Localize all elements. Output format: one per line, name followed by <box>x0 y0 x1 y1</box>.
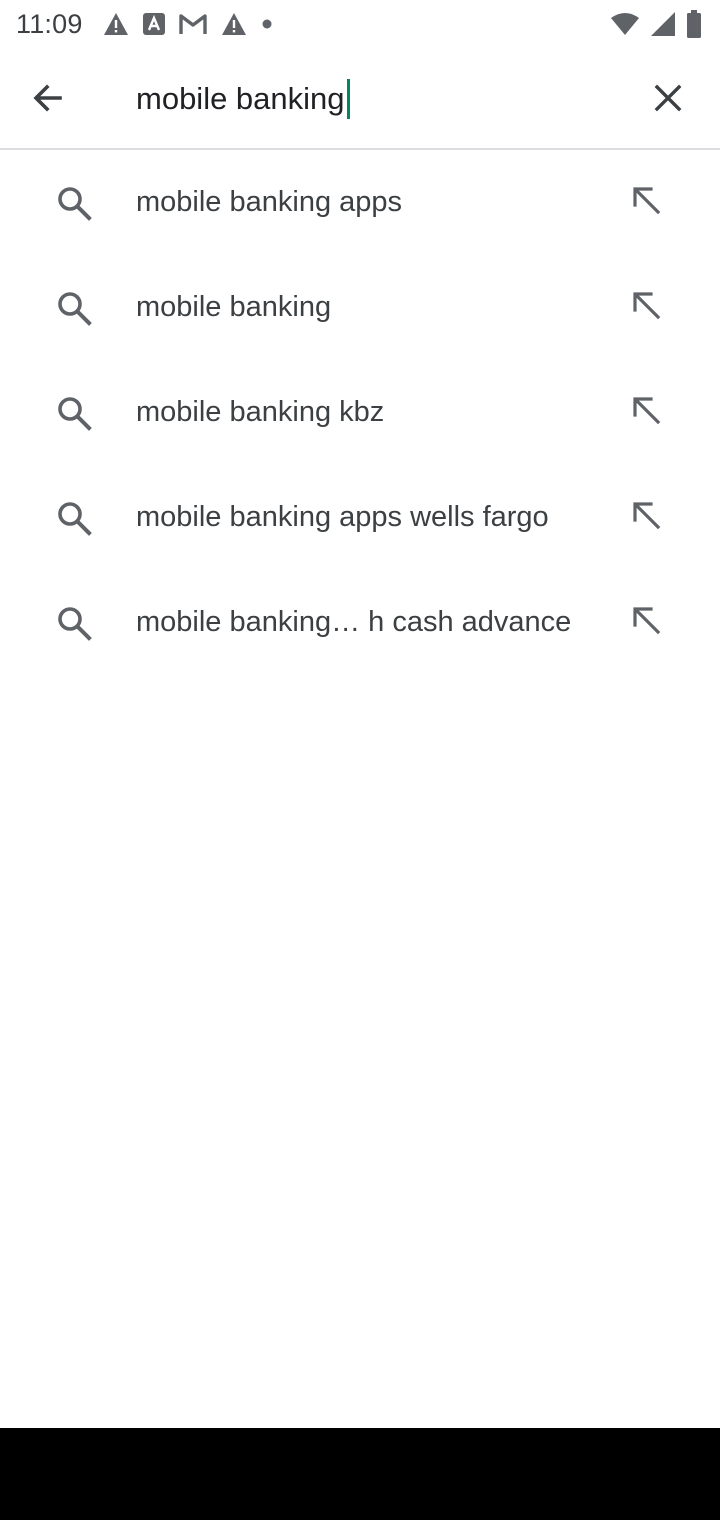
fill-query-button[interactable] <box>622 179 670 227</box>
suggestion-item[interactable]: mobile banking <box>0 255 720 360</box>
play-store-search-screen: 11:09 mobile banking mobile banking apps… <box>0 0 720 1520</box>
search-icon <box>56 290 92 326</box>
search-suggestions-list: mobile banking apps mobile banking mobil… <box>0 150 720 675</box>
close-icon <box>654 84 682 117</box>
search-icon <box>56 185 92 221</box>
notification-icons <box>103 12 273 36</box>
search-bar: mobile banking <box>0 48 720 150</box>
suggestion-label: mobile banking apps wells fargo <box>136 501 549 533</box>
gmail-icon <box>178 13 207 35</box>
search-icon <box>56 395 92 431</box>
wifi-icon <box>610 12 640 36</box>
arrow-up-left-icon <box>631 185 661 220</box>
suggestion-item[interactable]: mobile banking apps wells fargo <box>0 465 720 570</box>
fill-query-button[interactable] <box>622 389 670 437</box>
arrow-up-left-icon <box>631 395 661 430</box>
search-icon <box>56 605 92 641</box>
alert-icon <box>221 12 247 36</box>
back-button[interactable] <box>20 72 76 128</box>
alert-icon <box>103 12 129 36</box>
suggestion-item[interactable]: mobile banking… h cash advance <box>0 570 720 675</box>
system-icons <box>610 10 702 38</box>
fill-query-button[interactable] <box>622 599 670 647</box>
battery-icon <box>686 10 702 38</box>
suggestion-label: mobile banking apps <box>136 186 403 218</box>
suggestion-label: mobile banking kbz <box>136 396 385 428</box>
system-navigation-bar <box>0 1428 720 1520</box>
fill-query-button[interactable] <box>622 494 670 542</box>
clear-search-button[interactable] <box>640 72 696 128</box>
dot-icon <box>261 18 273 30</box>
arrow-up-left-icon <box>631 500 661 535</box>
search-query-text: mobile banking <box>136 81 345 116</box>
arrow-up-left-icon <box>631 290 661 325</box>
search-icon <box>56 500 92 536</box>
suggestion-label: mobile banking… h cash advance <box>136 606 572 638</box>
arrow-up-left-icon <box>631 605 661 640</box>
arrow-left-icon <box>32 82 64 119</box>
status-time: 11:09 <box>16 8 83 39</box>
search-input[interactable]: mobile banking <box>136 74 350 124</box>
suggestion-item[interactable]: mobile banking apps <box>0 150 720 255</box>
text-a-icon <box>142 13 165 35</box>
suggestion-label: mobile banking <box>136 291 332 323</box>
status-bar: 11:09 <box>0 0 720 48</box>
suggestion-item[interactable]: mobile banking kbz <box>0 360 720 465</box>
fill-query-button[interactable] <box>622 284 670 332</box>
signal-icon <box>650 11 676 37</box>
text-cursor <box>346 79 350 119</box>
